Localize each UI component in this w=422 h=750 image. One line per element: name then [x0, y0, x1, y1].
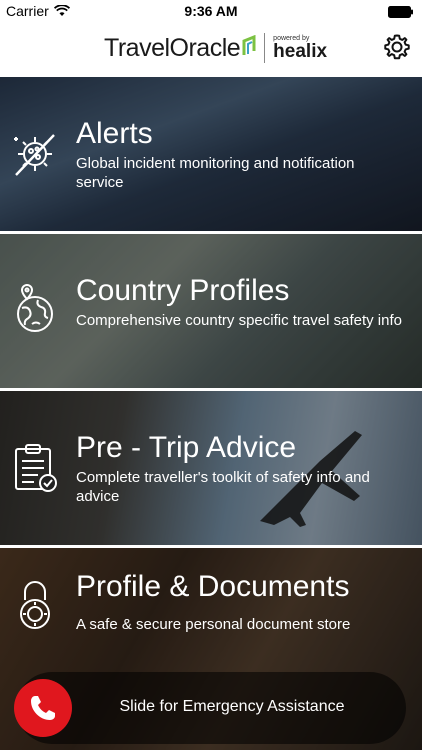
gear-icon: [384, 34, 410, 60]
tile-description: Global incident monitoring and notificat…: [76, 155, 355, 191]
tile-country-profiles[interactable]: Country Profiles Comprehensive country s…: [0, 234, 422, 388]
clock: 9:36 AM: [184, 3, 238, 19]
globe-pin-icon: [8, 284, 62, 338]
app-header: TravelOracle powered by healix: [0, 22, 422, 77]
phone-icon: [31, 696, 55, 720]
tile-pre-trip-advice[interactable]: Pre - Trip Advice Complete traveller's t…: [0, 391, 422, 545]
tile-title: Pre - Trip Advice: [76, 431, 297, 464]
battery-icon: [388, 5, 414, 21]
logo-divider: [264, 33, 266, 63]
logo-mark-icon: [242, 34, 256, 62]
alert-virus-icon: [8, 127, 62, 181]
emergency-slider-label: Slide for Emergency Assistance: [119, 698, 345, 715]
tile-description: Comprehensive country specific travel sa…: [76, 312, 402, 329]
tile-alerts[interactable]: Alerts Global incident monitoring and no…: [0, 77, 422, 231]
tile-title: Profile & Documents: [76, 570, 350, 603]
status-bar: Carrier 9:36 AM: [0, 0, 422, 22]
travel-oracle-logo: TravelOracle powered by healix: [104, 28, 327, 68]
padlock-icon: [8, 578, 62, 632]
settings-button[interactable]: [382, 32, 412, 62]
tile-description: Complete traveller's toolkit of safety i…: [76, 469, 370, 505]
partner-logo: powered by healix: [273, 35, 328, 62]
clipboard-check-icon: [8, 441, 62, 495]
brand-name: TravelOracle: [104, 33, 241, 62]
tile-description: A safe & secure personal document store: [76, 616, 351, 633]
tile-title: Country Profiles: [76, 274, 290, 307]
tile-title: Alerts: [76, 117, 153, 150]
emergency-call-button[interactable]: [14, 679, 72, 737]
